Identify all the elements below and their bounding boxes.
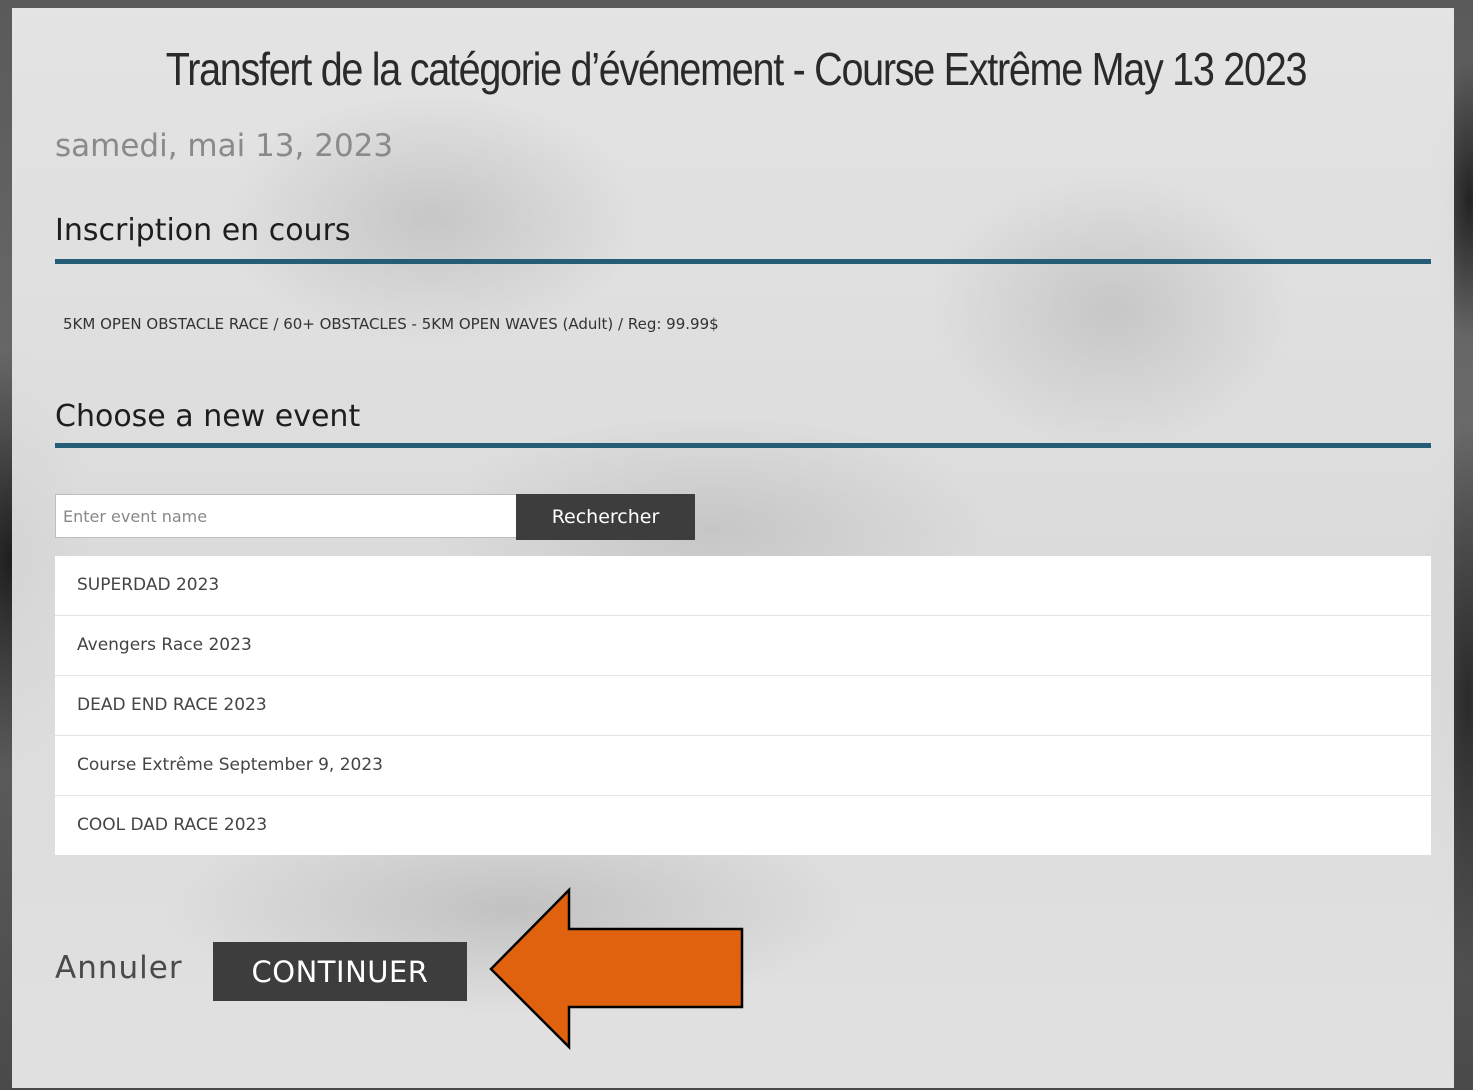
- event-list-item[interactable]: SUPERDAD 2023: [55, 556, 1431, 616]
- new-event-divider: [55, 443, 1431, 448]
- page-title: Transfert de la catégorie d’événement - …: [165, 43, 1308, 95]
- new-event-heading: Choose a new event: [55, 399, 361, 434]
- current-registration-details: 5KM OPEN OBSTACLE RACE / 60+ OBSTACLES -…: [63, 315, 719, 333]
- event-list-item[interactable]: Course Extrême September 9, 2023: [55, 736, 1431, 796]
- left-arrow-icon: [489, 887, 744, 1051]
- event-search-input[interactable]: [55, 494, 517, 538]
- event-date: samedi, mai 13, 2023: [55, 128, 394, 164]
- search-button[interactable]: Rechercher: [516, 494, 695, 540]
- event-list-item[interactable]: DEAD END RACE 2023: [55, 676, 1431, 736]
- event-list-item[interactable]: COOL DAD RACE 2023: [55, 796, 1431, 855]
- current-registration-heading: Inscription en cours: [55, 213, 351, 248]
- cancel-link[interactable]: Annuler: [55, 950, 183, 986]
- continue-button[interactable]: CONTINUER: [213, 942, 467, 1001]
- event-list: SUPERDAD 2023 Avengers Race 2023 DEAD EN…: [55, 556, 1431, 855]
- event-list-item[interactable]: Avengers Race 2023: [55, 616, 1431, 676]
- current-registration-divider: [55, 259, 1431, 264]
